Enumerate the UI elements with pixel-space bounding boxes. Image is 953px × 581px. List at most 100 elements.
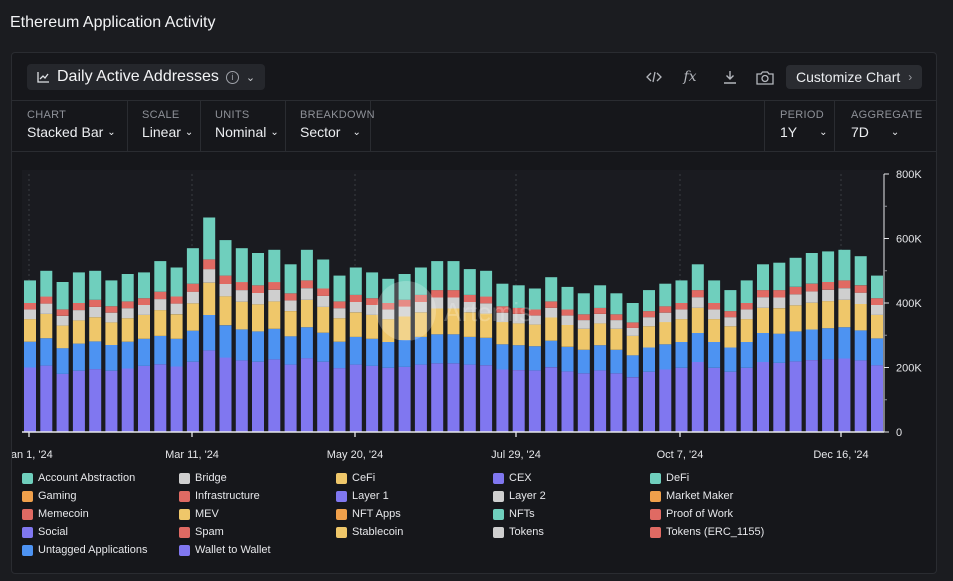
bar-segment <box>577 373 590 432</box>
bar-segment <box>675 319 688 342</box>
legend-item[interactable]: NFT Apps <box>336 508 401 520</box>
bar-segment <box>24 319 36 342</box>
legend-swatch <box>336 490 347 502</box>
bar-segment <box>431 261 444 291</box>
page-title: Ethereum Application Activity <box>10 14 216 31</box>
bar-segment <box>659 344 672 370</box>
bar-segment <box>268 289 281 302</box>
legend-item[interactable]: Spam <box>179 526 224 538</box>
legend-item[interactable]: DeFi <box>650 472 689 484</box>
bar-segment <box>447 261 460 291</box>
bar-segment <box>594 323 607 346</box>
bar-segment <box>40 314 53 339</box>
legend-swatch <box>650 472 661 484</box>
bar-segment <box>219 275 232 284</box>
legend-item[interactable]: Untagged Applications <box>22 544 147 556</box>
bar-segment <box>72 310 85 321</box>
legend-item[interactable]: CEX <box>493 472 532 484</box>
bar-segment <box>284 293 297 301</box>
bar-segment <box>186 291 199 304</box>
bar-segment <box>773 297 786 309</box>
legend-label: CEX <box>509 472 532 484</box>
bar-segment <box>317 361 330 432</box>
bar-segment <box>56 309 69 316</box>
legend-item[interactable]: Proof of Work <box>650 508 733 520</box>
bar-segment <box>659 306 672 313</box>
legend-label: Tokens <box>509 526 544 538</box>
bar-segment <box>268 359 281 432</box>
legend-label: DeFi <box>666 472 690 484</box>
bar-segment <box>463 269 476 295</box>
bar-segment <box>659 369 672 432</box>
bar-segment <box>366 314 379 339</box>
bar-segment <box>300 299 313 328</box>
legend-label: Memecoin <box>38 508 89 520</box>
bar-segment <box>463 364 476 432</box>
bar-segment <box>626 355 639 378</box>
legend-item[interactable]: MEV <box>179 508 219 520</box>
bar-segment <box>691 362 704 432</box>
bar-segment <box>24 367 36 432</box>
bar-segment <box>545 277 558 302</box>
legend-label: Tokens (ERC_1155) <box>666 526 765 538</box>
bar-segment <box>708 367 721 432</box>
bar-segment <box>105 306 118 313</box>
bar-segment <box>822 301 835 329</box>
legend-item[interactable]: Gaming <box>22 490 77 502</box>
bar-segment <box>317 306 330 333</box>
bar-segment <box>643 317 655 327</box>
bar-segment <box>610 293 623 315</box>
bar-segment <box>822 289 835 302</box>
legend-swatch <box>22 526 33 538</box>
bar-segment <box>300 288 313 300</box>
legend-item[interactable]: Stablecoin <box>336 526 403 538</box>
legend-item[interactable]: Infrastructure <box>179 490 260 502</box>
bar-segment <box>626 322 639 328</box>
bar-segment <box>284 336 297 365</box>
legend-item[interactable]: Layer 2 <box>493 490 546 502</box>
bar-segment <box>317 332 330 362</box>
bar-segment <box>805 283 818 292</box>
bar-segment <box>789 331 802 362</box>
bar-segment <box>610 328 623 350</box>
bar-segment <box>349 364 362 432</box>
bar-segment <box>577 314 590 321</box>
bar-segment <box>268 301 281 329</box>
legend-item[interactable]: Account Abstraction <box>22 472 135 484</box>
bar-segment <box>626 377 639 432</box>
legend-item[interactable]: Tokens <box>493 526 544 538</box>
legend-item[interactable]: Bridge <box>179 472 227 484</box>
bar-segment <box>805 253 818 284</box>
legend-item[interactable]: CeFi <box>336 472 375 484</box>
bar-segment <box>757 362 769 432</box>
bar-segment <box>203 259 216 270</box>
legend-label: Infrastructure <box>195 490 260 502</box>
legend-item[interactable]: Layer 1 <box>336 490 389 502</box>
bar-segment <box>268 282 281 290</box>
legend-item[interactable]: Social <box>22 526 68 538</box>
bar-segment <box>659 283 672 307</box>
legend-label: MEV <box>195 508 219 520</box>
y-tick-label: 0 <box>896 427 902 439</box>
legend-item[interactable]: NFTs <box>493 508 535 520</box>
legend-item[interactable]: Wallet to Wallet <box>179 544 271 556</box>
bar-segment <box>594 285 607 308</box>
bar-segment <box>366 298 379 305</box>
bar-segment <box>724 326 737 348</box>
bar-segment <box>871 314 883 339</box>
legend-item[interactable]: Tokens (ERC_1155) <box>650 526 764 538</box>
bar-segment <box>89 341 102 370</box>
bar-segment <box>577 293 590 315</box>
legend-item[interactable]: Memecoin <box>22 508 89 520</box>
bar-segment <box>186 361 199 432</box>
legend-swatch <box>650 508 661 520</box>
bar-segment <box>854 292 867 304</box>
bar-segment <box>740 367 753 432</box>
bar-segment <box>789 257 802 287</box>
legend-item[interactable]: Market Maker <box>650 490 733 502</box>
bar-segment <box>284 300 297 311</box>
bar-segment <box>349 302 362 313</box>
bar-segment <box>121 368 134 432</box>
bar-segment <box>40 303 53 314</box>
bar-segment <box>708 319 721 342</box>
